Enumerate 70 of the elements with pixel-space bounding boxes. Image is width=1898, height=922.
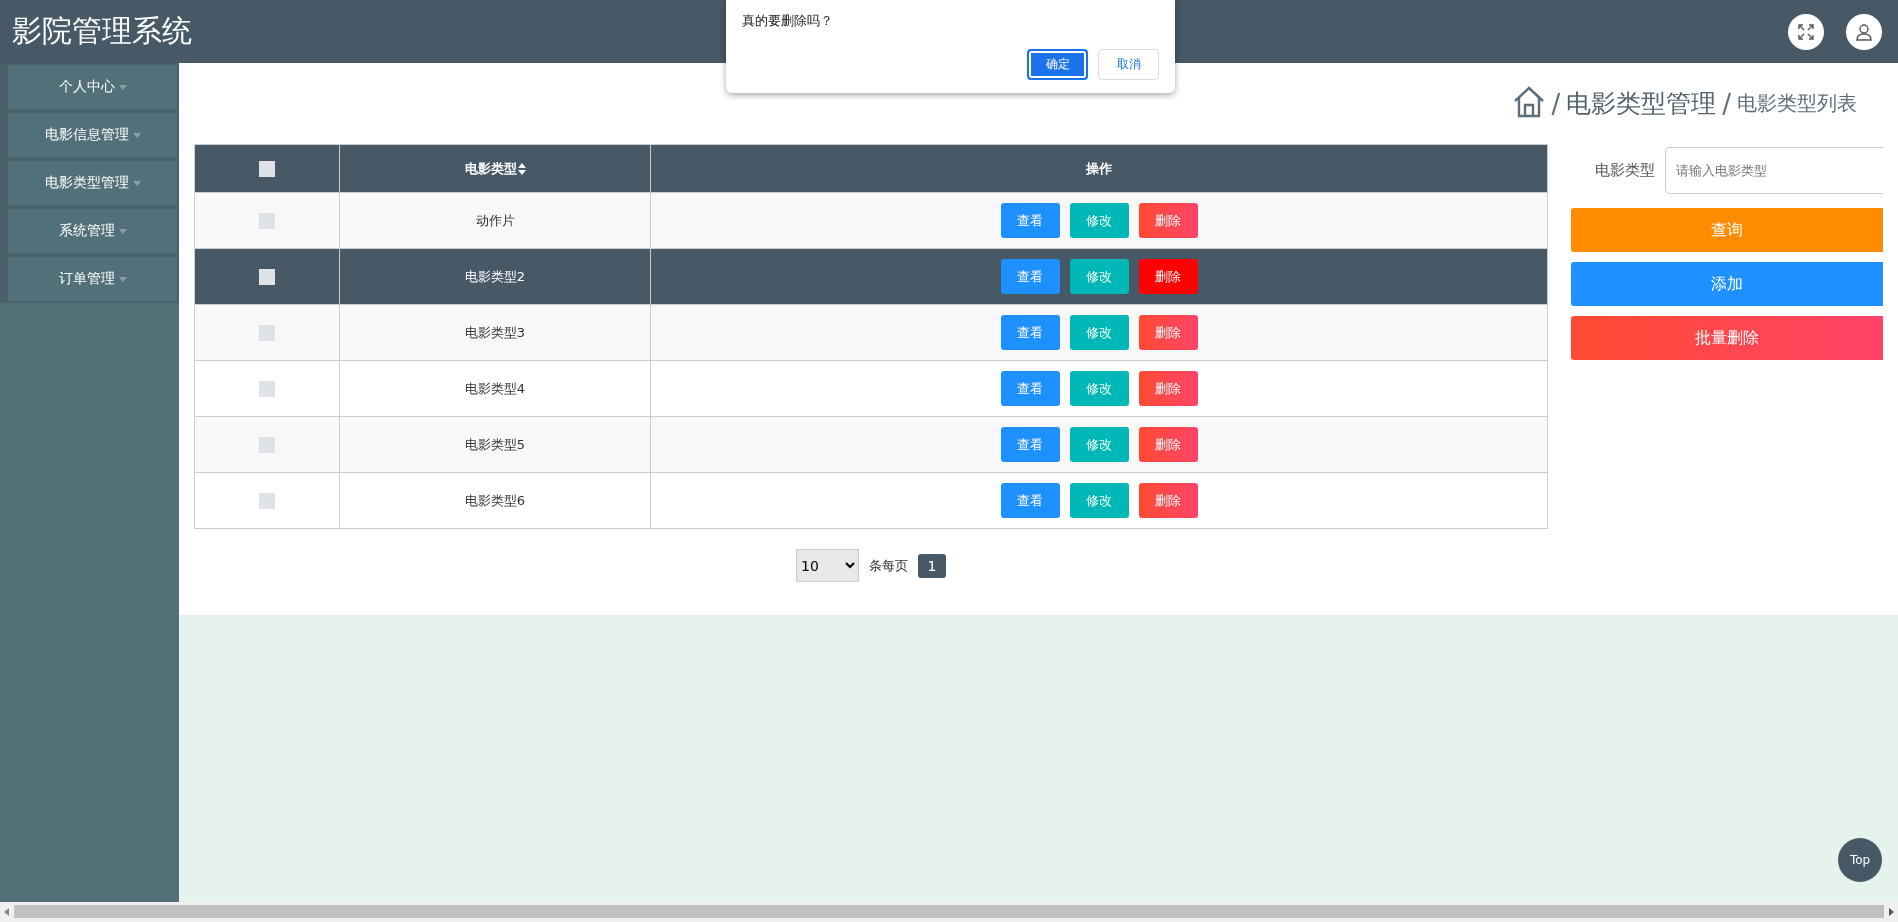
page-button[interactable]: 1 (918, 553, 946, 578)
caret-icon (132, 180, 141, 186)
row-checkbox[interactable] (259, 324, 275, 341)
delete-button[interactable]: 删除 (1138, 315, 1198, 350)
back-to-top-button[interactable]: Top (1838, 838, 1882, 882)
edit-button[interactable]: 修改 (1069, 427, 1129, 462)
user-icon (1855, 22, 1873, 41)
sidebar-menu-item[interactable]: 系统管理 (8, 209, 177, 253)
view-button[interactable]: 查看 (1000, 427, 1060, 462)
delete-button[interactable]: 删除 (1138, 427, 1198, 462)
query-button[interactable]: 查询 (1571, 208, 1883, 252)
left-arrow-icon (3, 908, 11, 916)
dialog-message: 真的要删除吗？ (742, 12, 834, 30)
batch-delete-button[interactable]: 批量删除 (1571, 316, 1883, 360)
delete-button[interactable]: 删除 (1138, 259, 1198, 294)
caret-icon (118, 228, 127, 234)
row-checkbox[interactable] (259, 492, 275, 509)
view-button[interactable]: 查看 (1000, 483, 1060, 518)
edit-button[interactable]: 修改 (1069, 483, 1129, 518)
edit-button[interactable]: 修改 (1069, 203, 1129, 238)
edit-button[interactable]: 修改 (1069, 371, 1129, 406)
sort-icon (517, 162, 526, 175)
breadcrumb-item: 电影类型管理 (1566, 88, 1717, 120)
delete-button[interactable]: 删除 (1138, 203, 1198, 238)
page-size-label: 条每页 (869, 556, 908, 575)
edit-button[interactable]: 修改 (1069, 315, 1129, 350)
view-button[interactable]: 查看 (1000, 203, 1060, 238)
row-checkbox[interactable] (259, 436, 275, 453)
sidebar-menu-item[interactable]: 电影信息管理 (8, 113, 177, 157)
row-checkbox[interactable] (259, 380, 275, 397)
scrollbar-thumb[interactable] (14, 905, 1884, 918)
user-button[interactable] (1846, 13, 1882, 50)
fullscreen-button[interactable] (1788, 13, 1824, 50)
search-field[interactable]: 请输入电影类型 (1665, 147, 1883, 194)
sidebar-menu-item[interactable]: 订单管理 (8, 257, 177, 301)
edit-button[interactable]: 修改 (1069, 259, 1129, 294)
caret-icon (118, 84, 127, 90)
table-cell: 电影类型5 (339, 416, 651, 473)
field-label: 电影类型 (1594, 161, 1655, 180)
caret-icon (132, 132, 141, 138)
cancel-button[interactable]: 取消 (1098, 49, 1159, 80)
horizontal-scrollbar[interactable] (0, 902, 1898, 922)
view-button[interactable]: 查看 (1000, 315, 1060, 350)
table-header-cell: 操作 (650, 144, 1548, 193)
select-all-checkbox[interactable] (259, 160, 275, 177)
view-button[interactable]: 查看 (1000, 259, 1060, 294)
right-arrow-icon (1887, 908, 1895, 916)
column-heading[interactable]: 电影类型 (464, 159, 517, 178)
table-cell: 电影类型3 (339, 304, 651, 361)
table-cell: 动作片 (339, 192, 651, 249)
caret-icon (118, 276, 127, 282)
add-button[interactable]: 添加 (1571, 262, 1883, 306)
row-checkbox[interactable] (259, 268, 275, 285)
table-cell: 电影类型6 (339, 472, 651, 529)
table-cell: 电影类型4 (339, 360, 651, 417)
sidebar-menu-item[interactable]: 电影类型管理 (8, 161, 177, 205)
app-title: 影院管理系统 (12, 12, 192, 50)
delete-button[interactable]: 删除 (1138, 371, 1198, 406)
row-checkbox[interactable] (259, 212, 275, 229)
page-size-select[interactable]: 10 (796, 549, 859, 582)
breadcrumb-separator: / (1722, 88, 1731, 119)
delete-button[interactable]: 删除 (1138, 483, 1198, 518)
sidebar-menu-item[interactable]: 个人中心 (8, 65, 177, 109)
home-icon (1513, 86, 1546, 118)
breadcrumb-current: 电影类型列表 (1737, 90, 1857, 117)
confirm-button[interactable]: 确定 (1027, 49, 1088, 80)
breadcrumb-separator: / (1551, 88, 1561, 119)
view-button[interactable]: 查看 (1000, 371, 1060, 406)
table-cell: 电影类型2 (339, 248, 651, 305)
expand-icon (1797, 22, 1815, 41)
